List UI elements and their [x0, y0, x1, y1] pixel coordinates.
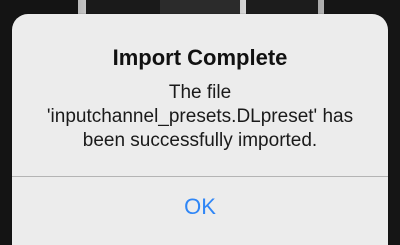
- import-complete-alert: Import Complete The file 'inputchannel_p…: [12, 14, 388, 245]
- ok-button[interactable]: OK: [12, 177, 388, 245]
- alert-message-line: The file: [168, 82, 232, 103]
- alert-message-line: been successfully imported.: [82, 130, 318, 151]
- alert-message-line: 'inputchannel_presets.DLpreset' has: [46, 106, 354, 127]
- alert-title: Import Complete: [112, 45, 288, 70]
- alert-message: The file 'inputchannel_presets.DLpreset'…: [30, 81, 370, 153]
- alert-body: Import Complete The file 'inputchannel_p…: [12, 14, 388, 176]
